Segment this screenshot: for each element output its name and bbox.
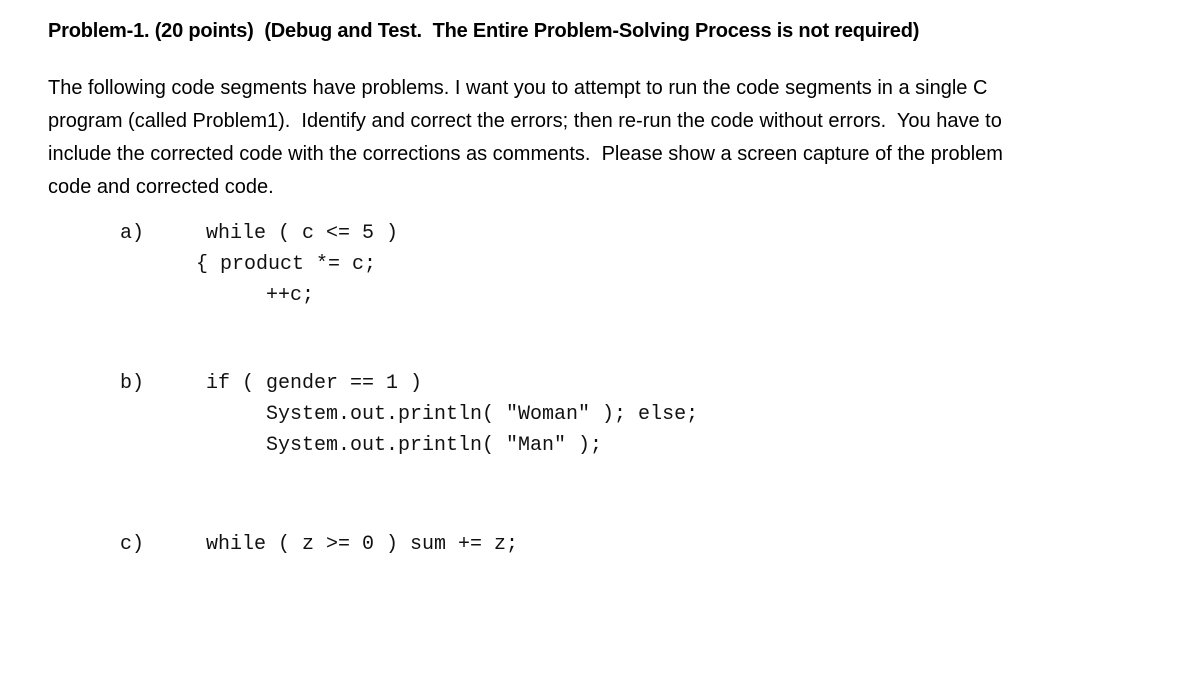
instructions-paragraph: The following code segments have problem… xyxy=(48,72,1148,204)
part-a-label: a) xyxy=(120,222,145,245)
instruction-line: code and corrected code. xyxy=(48,176,274,198)
part-b-code-line: System.out.println( "Woman" ); else; xyxy=(266,403,699,426)
problem-title: Problem-1. (20 points) (Debug and Test. … xyxy=(48,20,920,42)
instruction-line: The following code segments have problem… xyxy=(48,77,988,99)
part-b-code-line: System.out.println( "Man" ); xyxy=(266,434,603,457)
part-b-label: b) xyxy=(120,372,145,395)
part-b-code-line: if ( gender == 1 ) xyxy=(206,372,423,395)
instruction-line: include the corrected code with the corr… xyxy=(48,143,1003,165)
instruction-line: program (called Problem1). Identify and … xyxy=(48,110,1002,132)
part-a-code-line: { product *= c; xyxy=(196,253,377,276)
part-c-code-line: while ( z >= 0 ) sum += z; xyxy=(206,533,519,556)
part-a-code-line: ++c; xyxy=(266,284,315,307)
part-a-code-line: while ( c <= 5 ) xyxy=(206,222,399,245)
part-c-label: c) xyxy=(120,533,145,556)
